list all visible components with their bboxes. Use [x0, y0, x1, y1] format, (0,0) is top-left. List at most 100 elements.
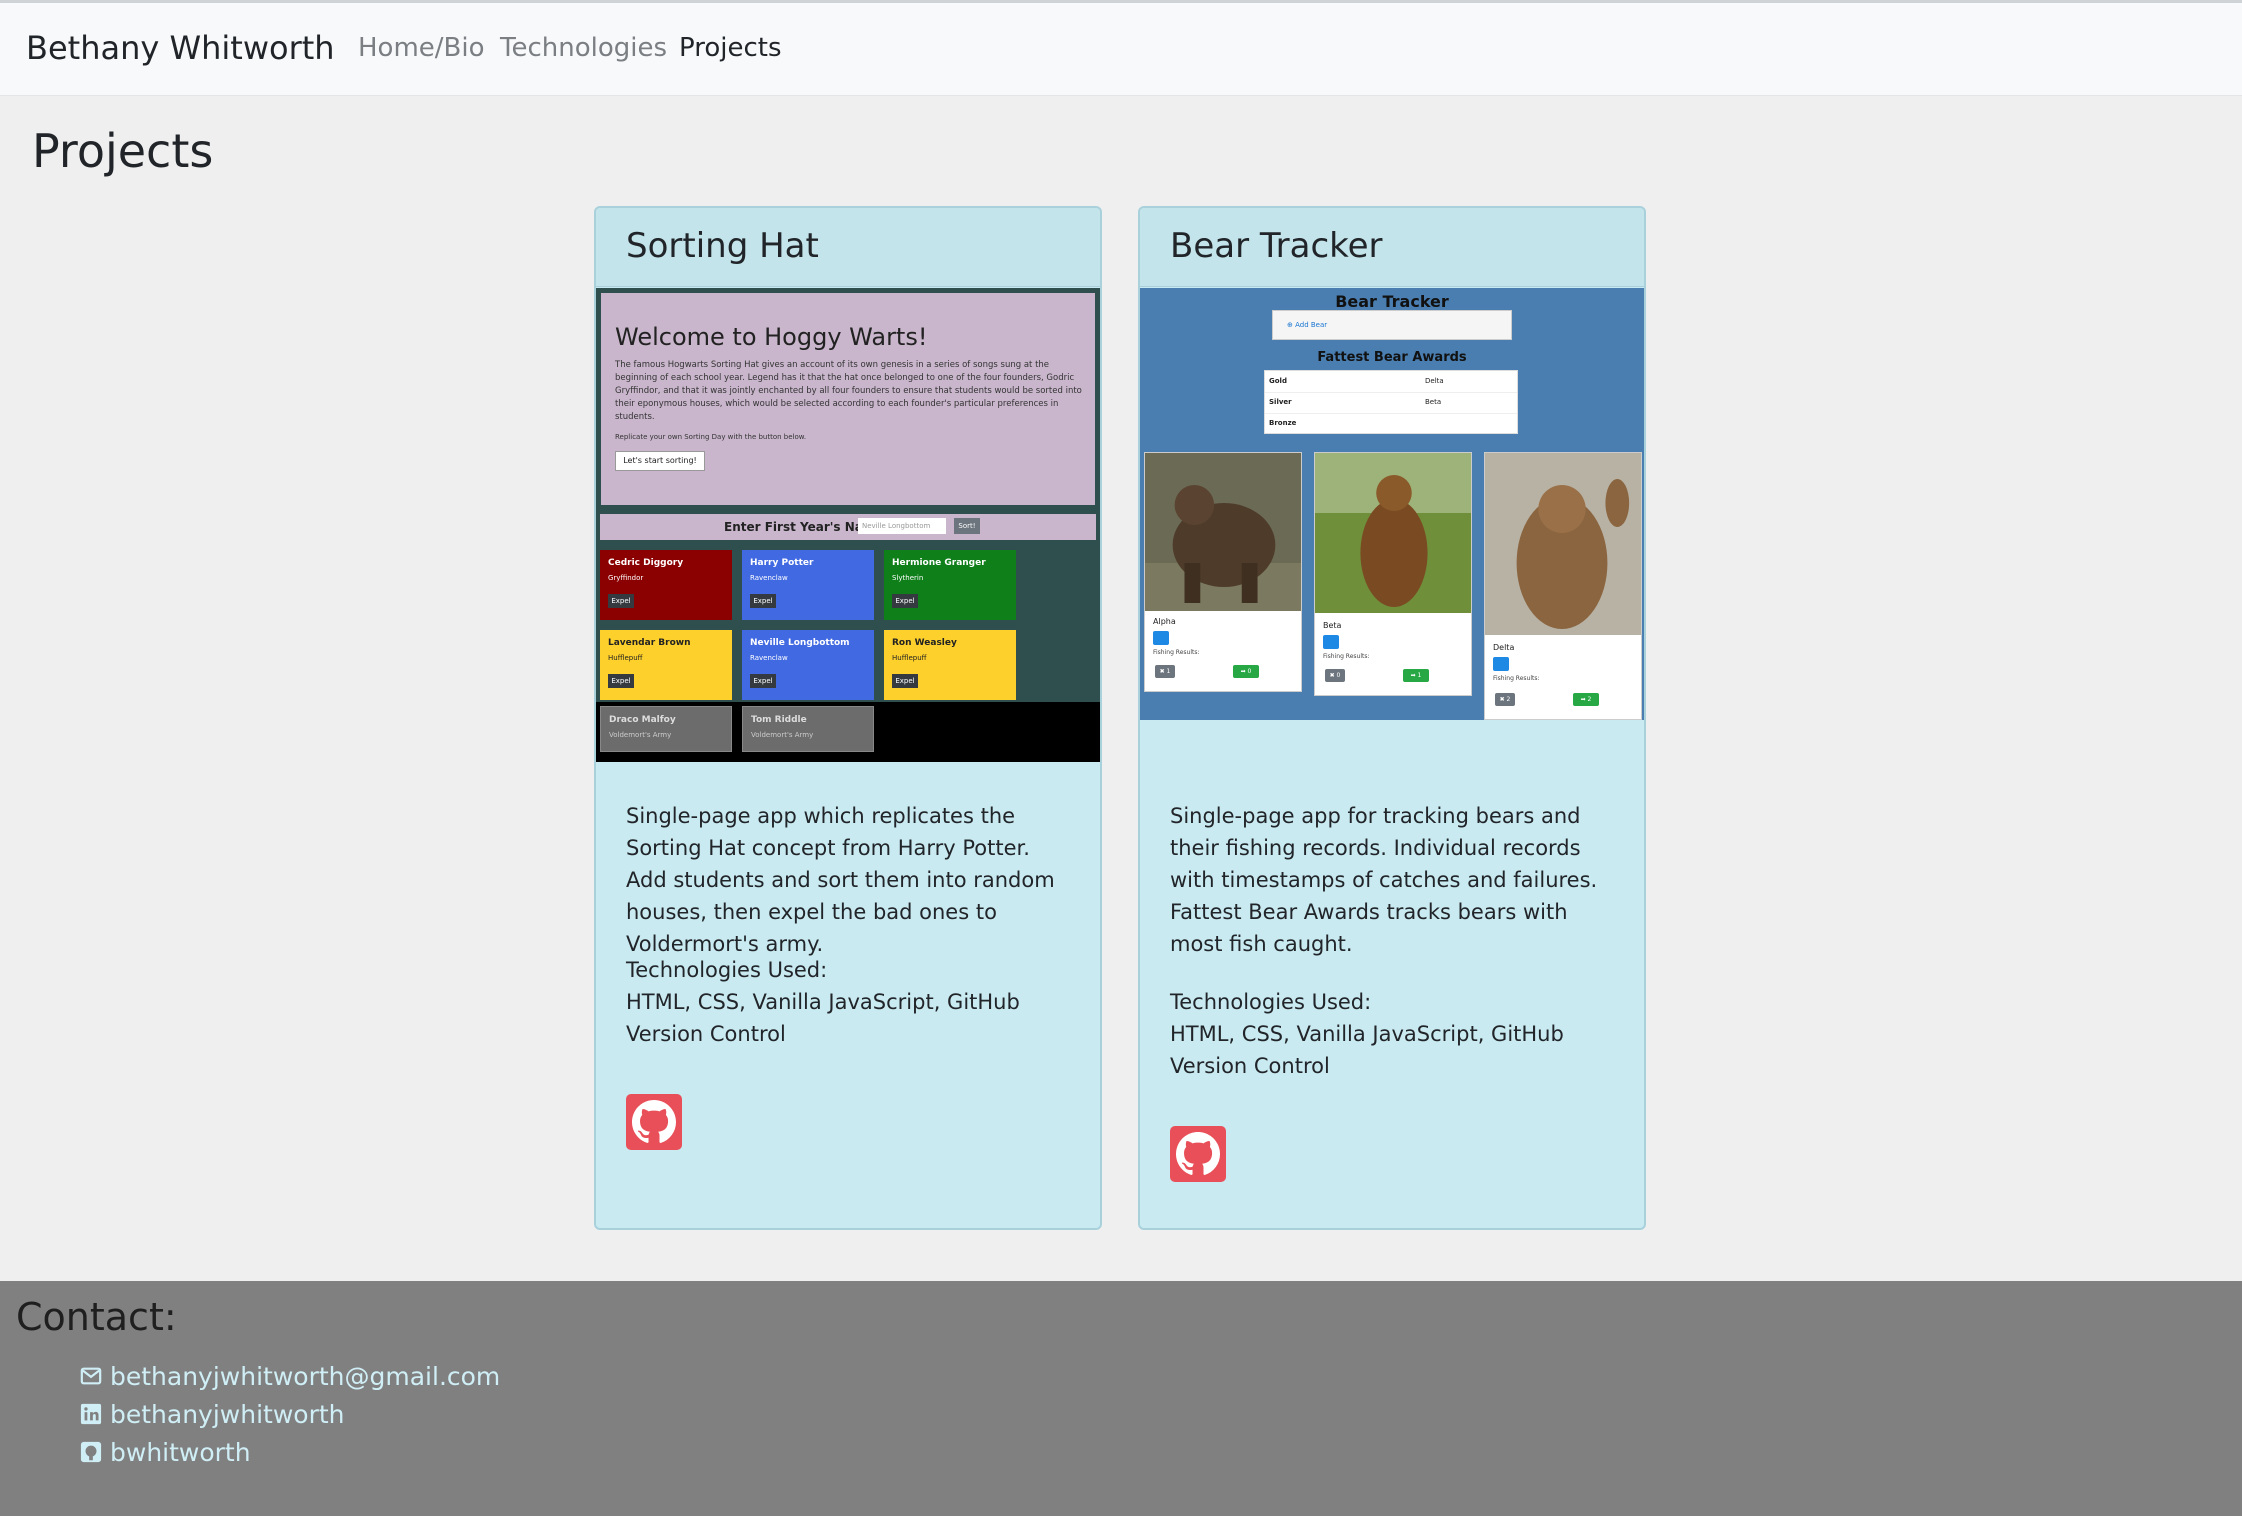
- fail-count: ✖ 2: [1495, 693, 1515, 706]
- screenshot-student-grid: Cedric Diggory Gryffindor Expel Harry Po…: [596, 544, 1100, 702]
- fail-count: ✖ 1: [1155, 665, 1175, 678]
- page-title: Projects: [32, 124, 214, 178]
- award-place: Bronze: [1269, 419, 1297, 427]
- screenshot-heading: Welcome to Hoggy Warts!: [615, 323, 928, 351]
- screenshot-awards-table: Gold Delta Silver Beta Bronze: [1264, 370, 1518, 434]
- contact-linkedin-link[interactable]: bethanyjwhitworth: [80, 1397, 345, 1431]
- student-card: Ron Weasley Hufflepuff Expel: [884, 630, 1016, 700]
- bear-name: Delta: [1493, 643, 1515, 652]
- expel-button: Expel: [750, 674, 776, 688]
- fishing-results-label: Fishing Results:: [1153, 649, 1200, 656]
- nav-projects-link[interactable]: Projects: [679, 33, 782, 63]
- technologies-list: HTML, CSS, Vanilla JavaScript, GitHub Ve…: [626, 990, 1020, 1046]
- student-card: Lavendar Brown Hufflepuff Expel: [600, 630, 732, 700]
- screenshot-sort-button: Sort!: [954, 518, 980, 534]
- add-bear-label: Add Bear: [1295, 321, 1328, 329]
- awards-row: Silver Beta: [1265, 392, 1517, 414]
- screenshot-paragraph: The famous Hogwarts Sorting Hat gives an…: [615, 360, 1082, 422]
- brand-link[interactable]: Bethany Whitworth: [26, 29, 335, 67]
- contact-email-link[interactable]: bethanyjwhitworth@gmail.com: [80, 1359, 500, 1393]
- expel-button: Expel: [608, 674, 634, 688]
- army-card: Tom Riddle Voldemort's Army: [742, 706, 874, 752]
- card-title: Bear Tracker: [1170, 226, 1383, 266]
- contact-github-link[interactable]: bwhitworth: [80, 1435, 251, 1469]
- student-name: Neville Longbottom: [750, 638, 850, 648]
- screenshot-jumbotron: Welcome to Hoggy Warts! The famous Hogwa…: [598, 290, 1098, 508]
- bear-card: Beta Fishing Results: ✖ 0 ➡ 1: [1314, 452, 1472, 696]
- project-description: Single-page app which replicates the Sor…: [626, 804, 1055, 956]
- contact-title: Contact:: [16, 1295, 177, 1339]
- student-name: Cedric Diggory: [608, 558, 684, 568]
- army-house: Voldemort's Army: [609, 731, 672, 739]
- technologies-label: Technologies Used:: [1170, 990, 1372, 1014]
- technologies-list: HTML, CSS, Vanilla JavaScript, GitHub Ve…: [1170, 1022, 1564, 1078]
- fail-count: ✖ 0: [1325, 669, 1345, 682]
- bear-fish-icon: [1153, 631, 1169, 645]
- student-name: Ron Weasley: [892, 638, 957, 648]
- expel-button: Expel: [608, 594, 634, 608]
- army-card: Draco Malfoy Voldemort's Army: [600, 706, 732, 752]
- student-card: Neville Longbottom Ravenclaw Expel: [742, 630, 874, 700]
- bear-fish-icon: [1323, 635, 1339, 649]
- screenshot-start-button: Let's start sorting!: [615, 451, 705, 471]
- catch-count: ➡ 2: [1573, 693, 1599, 706]
- screenshot-form-bar: Enter First Year's Name Neville Longbott…: [598, 512, 1098, 542]
- expel-button: Expel: [750, 594, 776, 608]
- student-house: Ravenclaw: [750, 654, 788, 662]
- catch-count: ➡ 1: [1403, 669, 1429, 682]
- project-card-sorting-hat: Sorting Hat Welcome to Hoggy Warts! The …: [594, 206, 1102, 1230]
- bear-photo: [1315, 453, 1471, 613]
- contact-linkedin: bethanyjwhitworth: [110, 1399, 345, 1429]
- expel-button: Expel: [892, 674, 918, 688]
- student-house: Ravenclaw: [750, 574, 788, 582]
- army-house: Voldemort's Army: [751, 731, 814, 739]
- card-header: Sorting Hat: [596, 208, 1100, 287]
- project-screenshot: Bear Tracker ⊕ Add Bear Fattest Bear Awa…: [1140, 288, 1644, 762]
- github-icon: [80, 1441, 102, 1463]
- award-place: Gold: [1269, 377, 1287, 385]
- github-button[interactable]: [626, 1094, 682, 1150]
- nav-home-link[interactable]: Home/Bio: [358, 33, 485, 63]
- bear-card: Alpha Fishing Results: ✖ 1 ➡ 0: [1144, 452, 1302, 692]
- award-place: Silver: [1269, 398, 1292, 406]
- screenshot-awards-title: Fattest Bear Awards: [1317, 350, 1467, 365]
- bear-photo: [1485, 453, 1641, 635]
- footer: Contact: bethanyjwhitworth@gmail.com bet…: [0, 1281, 2242, 1516]
- navbar: Bethany Whitworth Home/Bio Technologies …: [0, 3, 2242, 96]
- screenshot-background: Bear Tracker ⊕ Add Bear Fattest Bear Awa…: [1140, 288, 1644, 720]
- github-button[interactable]: [1170, 1126, 1226, 1182]
- screenshot-name-input: Neville Longbottom: [858, 518, 946, 534]
- student-name: Hermione Granger: [892, 558, 986, 568]
- screenshot-voldemort-army: Draco Malfoy Voldemort's Army Tom Riddle…: [596, 702, 1100, 762]
- contact-email: bethanyjwhitworth@gmail.com: [110, 1361, 501, 1391]
- student-house: Hufflepuff: [608, 654, 643, 662]
- army-name: Tom Riddle: [751, 715, 807, 725]
- award-winner: Delta: [1425, 377, 1444, 385]
- github-icon: [1176, 1132, 1220, 1175]
- student-house: Slytherin: [892, 574, 924, 582]
- contact-github: bwhitworth: [110, 1437, 251, 1467]
- screenshot-add-bear-button: ⊕ Add Bear: [1272, 310, 1512, 340]
- bear-name: Beta: [1323, 621, 1342, 630]
- screenshot-title: Bear Tracker: [1335, 292, 1449, 311]
- bear-card: Delta Fishing Results: ✖ 2 ➡ 2: [1484, 452, 1642, 720]
- student-house: Gryffindor: [608, 574, 644, 582]
- card-title: Sorting Hat: [626, 226, 819, 266]
- bear-fish-icon: [1493, 657, 1509, 671]
- student-name: Lavendar Brown: [608, 638, 691, 648]
- fishing-results-label: Fishing Results:: [1493, 675, 1540, 682]
- award-winner: Beta: [1425, 398, 1442, 406]
- awards-row: Bronze: [1265, 413, 1517, 434]
- screenshot-note: Replicate your own Sorting Day with the …: [615, 433, 807, 441]
- student-name: Harry Potter: [750, 558, 814, 568]
- awards-row: Gold Delta: [1265, 371, 1517, 393]
- project-screenshot: Welcome to Hoggy Warts! The famous Hogwa…: [596, 288, 1100, 762]
- card-header: Bear Tracker: [1140, 208, 1644, 287]
- student-card: Harry Potter Ravenclaw Expel: [742, 550, 874, 620]
- github-icon: [632, 1100, 676, 1143]
- catch-count: ➡ 0: [1233, 665, 1259, 678]
- linkedin-icon: [80, 1403, 102, 1425]
- technologies-label: Technologies Used:: [626, 958, 828, 982]
- project-description: Single-page app for tracking bears and t…: [1170, 804, 1598, 956]
- nav-technologies-link[interactable]: Technologies: [500, 33, 667, 63]
